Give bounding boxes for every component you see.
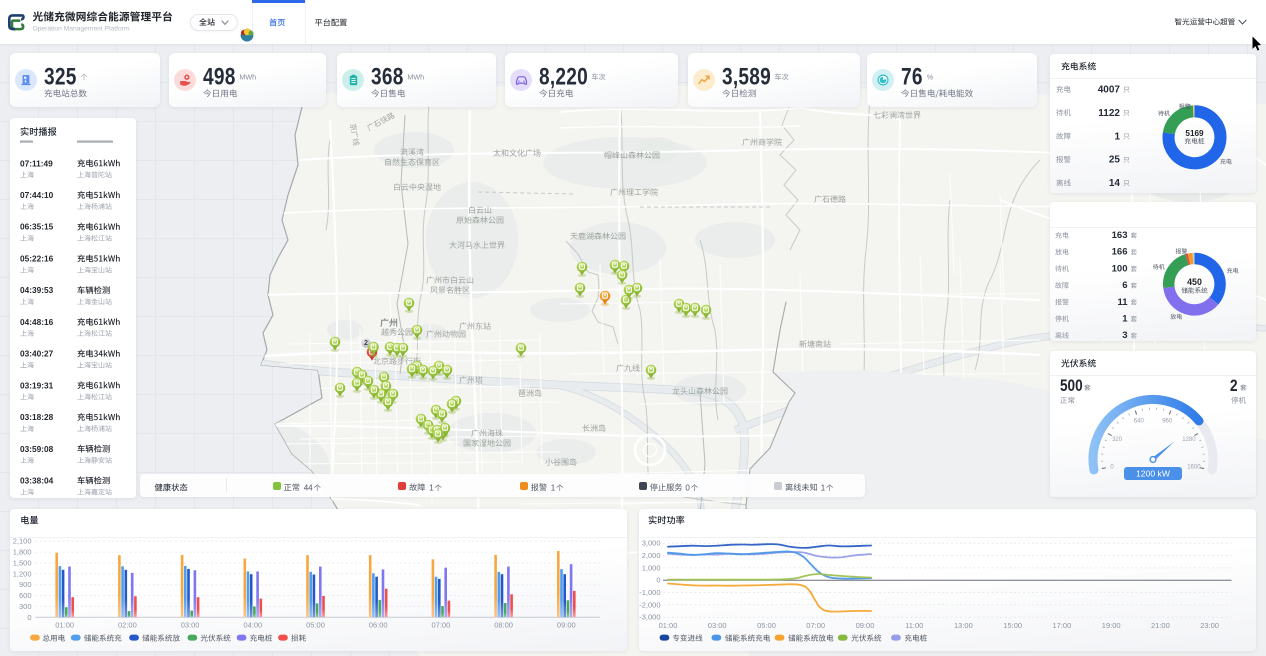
svg-text:01:00: 01:00 — [659, 621, 678, 630]
svg-text:600: 600 — [19, 591, 32, 600]
svg-text:23:00: 23:00 — [1200, 621, 1219, 630]
svg-text:08:00: 08:00 — [494, 621, 513, 630]
svg-text:320: 320 — [1112, 437, 1123, 443]
svg-text:05:00: 05:00 — [757, 621, 776, 630]
svg-text:09:00: 09:00 — [856, 621, 875, 630]
svg-text:21:00: 21:00 — [1151, 621, 1170, 630]
svg-text:2,000: 2,000 — [642, 551, 661, 560]
svg-text:03:00: 03:00 — [708, 621, 727, 630]
svg-text:1,500: 1,500 — [13, 559, 32, 568]
svg-text:1,800: 1,800 — [13, 548, 32, 557]
svg-text:03:00: 03:00 — [181, 621, 200, 630]
svg-text:0: 0 — [656, 576, 660, 585]
svg-text:300: 300 — [19, 602, 32, 611]
svg-text:1600: 1600 — [1187, 465, 1201, 471]
svg-text:07:00: 07:00 — [806, 621, 825, 630]
svg-text:09:00: 09:00 — [557, 621, 576, 630]
svg-text:0: 0 — [27, 613, 31, 622]
svg-text:19:00: 19:00 — [1102, 621, 1121, 630]
svg-text:-2,000: -2,000 — [639, 600, 660, 609]
svg-text:640: 640 — [1134, 419, 1145, 425]
svg-text:04:00: 04:00 — [243, 621, 262, 630]
svg-text:15:00: 15:00 — [1003, 621, 1022, 630]
svg-text:1,200: 1,200 — [13, 569, 32, 578]
svg-text:01:00: 01:00 — [55, 621, 74, 630]
svg-text:2: 2 — [364, 340, 368, 347]
svg-text:1280: 1280 — [1182, 437, 1196, 443]
svg-text:07:00: 07:00 — [432, 621, 451, 630]
svg-text:0: 0 — [1110, 465, 1114, 471]
svg-text:06:00: 06:00 — [369, 621, 388, 630]
svg-text:900: 900 — [19, 580, 32, 589]
svg-text:02:00: 02:00 — [118, 621, 137, 630]
svg-text:11:00: 11:00 — [905, 621, 923, 630]
svg-text:1,000: 1,000 — [642, 563, 661, 572]
svg-text:-3,000: -3,000 — [639, 613, 660, 622]
svg-text:3,000: 3,000 — [642, 539, 661, 548]
svg-text:2,100: 2,100 — [13, 537, 32, 546]
svg-text:960: 960 — [1162, 419, 1173, 425]
svg-text:17:00: 17:00 — [1053, 621, 1072, 630]
svg-text:13:00: 13:00 — [954, 621, 973, 630]
svg-text:05:00: 05:00 — [306, 621, 325, 630]
svg-text:-1,000: -1,000 — [639, 588, 660, 597]
